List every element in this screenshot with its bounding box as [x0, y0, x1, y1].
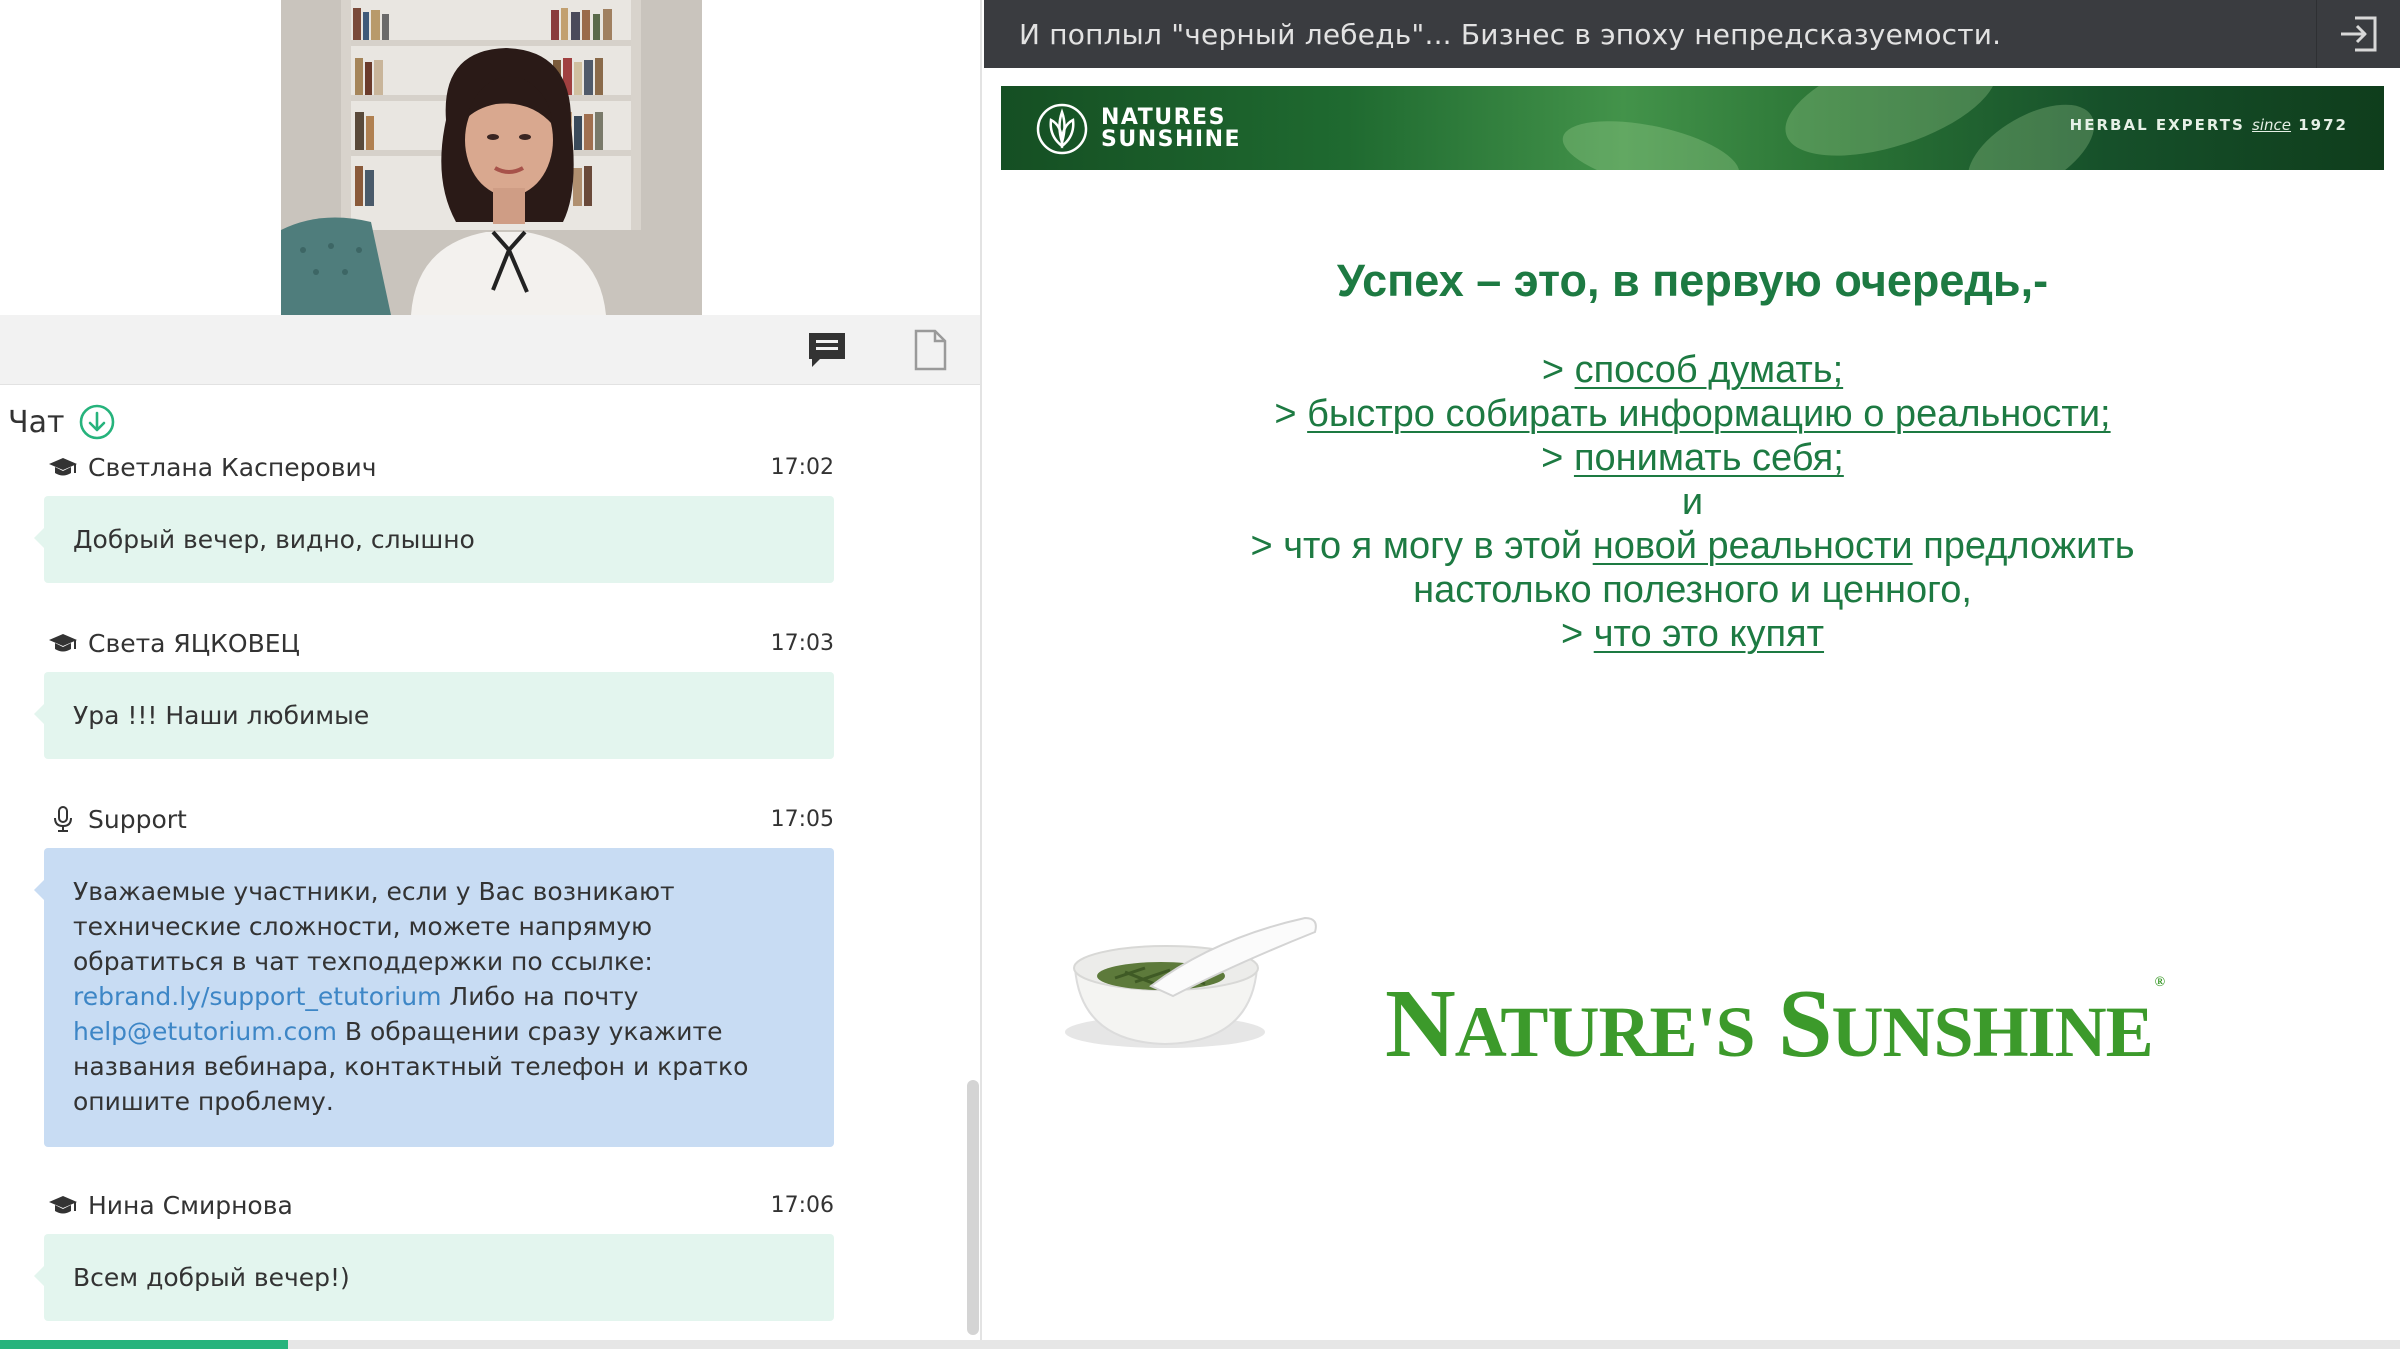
chat-message: Света ЯЦКОВЕЦ 17:03 Ура !!! Наши любимые: [34, 620, 834, 759]
brand-logo: NATURES SUNSHINE: [1035, 102, 1241, 156]
webinar-title: И поплыл "черный лебедь"... Бизнес в эпо…: [1019, 17, 2002, 51]
slide-line: > быстро собирать информацию о реальност…: [1001, 392, 2384, 436]
files-tab-button[interactable]: [880, 315, 980, 385]
banner-brand-line1: NATURES: [1101, 105, 1226, 130]
chat-message-author: Нина Смирнова: [88, 1190, 293, 1220]
left-panel: Чат Светлана Касперович 17:02 Добрый веч…: [0, 0, 982, 1349]
chat-header: Чат: [8, 400, 116, 444]
slide-line-prefix: > что я могу в этой: [1250, 525, 1583, 567]
presentation-panel: И поплыл "черный лебедь"... Бизнес в эпо…: [984, 0, 2400, 1349]
slide-banner: NATURES SUNSHINE HERBAL EXPERTS since 19…: [1001, 86, 2384, 170]
leaf-logo-icon: [1036, 103, 1088, 155]
banner-tagline-since: since: [2252, 116, 2292, 134]
slide-line-underlined: понимать себя;: [1573, 437, 1844, 479]
title-bar: И поплыл "черный лебедь"... Бизнес в эпо…: [984, 0, 2400, 68]
banner-brand-line2: SUNSHINE: [1101, 127, 1242, 152]
chat-title: Чат: [8, 404, 65, 440]
slide-line: настолько полезного и ценного,: [1413, 569, 1972, 611]
chat-message-support: Support 17:05 Уважаемые участники, если …: [34, 796, 834, 1147]
chat-message-bubble: Ура !!! Наши любимые: [34, 672, 834, 759]
chat-message-bubble: Добрый вечер, видно, слышно: [34, 496, 834, 583]
chat-icon: [809, 333, 845, 367]
chat-message-header: Светлана Касперович 17:02: [44, 444, 834, 490]
slide-heading: Успех – это, в первую очередь,-: [1336, 255, 2049, 306]
slide-line-suffix: предложить: [1923, 525, 2135, 567]
chat-message-time: 17:03: [770, 630, 834, 656]
graduation-cap-icon: [48, 1190, 78, 1220]
banner-tagline-year: 1972: [2298, 116, 2348, 134]
slide-line-underlined: способ думать;: [1574, 349, 1844, 391]
scroll-down-icon[interactable]: [78, 403, 116, 441]
wordmark-part: S: [1778, 970, 1833, 1078]
graduation-cap-icon: [48, 628, 78, 658]
slide-line-underlined: новой реальности: [1592, 525, 1913, 567]
slide-line-prefix: >: [1541, 437, 1564, 479]
chat-message-header: Support 17:05: [44, 796, 834, 842]
slide-line-prefix: >: [1541, 349, 1565, 391]
chat-tab-button[interactable]: [777, 315, 877, 385]
playback-progress-bar[interactable]: [0, 1340, 2400, 1349]
exit-button[interactable]: [2316, 0, 2400, 68]
chat-message-author: Света ЯЦКОВЕЦ: [88, 628, 300, 658]
banner-tagline: HERBAL EXPERTS since 1972: [2070, 116, 2348, 134]
registered-mark: ®: [2154, 975, 2166, 990]
chat-message-text: Либо на почту: [449, 982, 639, 1011]
slide-line-prefix: >: [1560, 613, 1584, 655]
chat-message-text: Всем добрый вечер!): [73, 1263, 350, 1292]
slide-body: > способ думать; > быстро собирать инфор…: [1001, 348, 2384, 656]
brand-wordmark: NATURE'S SUNSHINE®: [1385, 934, 2166, 1081]
chat-scrollbar[interactable]: [967, 1080, 979, 1335]
graduation-cap-icon: [48, 452, 78, 482]
wordmark-part: N: [1385, 970, 1456, 1078]
slide-line: > понимать себя;: [1001, 436, 2384, 480]
slide-line: > способ думать;: [1001, 348, 2384, 392]
chat-message-time: 17:02: [770, 454, 834, 480]
presenter-video: [281, 0, 702, 315]
chat-message-header: Нина Смирнова 17:06: [44, 1182, 834, 1228]
panel-toolbar: [0, 315, 980, 385]
mortar-and-pestle-image: [1065, 916, 1317, 1048]
chat-message-header: Света ЯЦКОВЕЦ 17:03: [44, 620, 834, 666]
chat-message-text: Ура !!! Наши любимые: [73, 701, 370, 730]
chat-message-text: Уважаемые участники, если у Вас возникаю…: [73, 877, 675, 976]
slide-line: > что я могу в этой новой реальности пре…: [1001, 524, 2384, 568]
slide-line: > что это купят: [1001, 612, 2384, 656]
presentation-slide: NATURES SUNSHINE HERBAL EXPERTS since 19…: [1001, 86, 2384, 1326]
slide-line-underlined: что это купят: [1593, 613, 1825, 655]
chat-message-text: Добрый вечер, видно, слышно: [73, 525, 475, 554]
wordmark-part: 'S: [1696, 992, 1755, 1072]
chat-message-author: Support: [88, 804, 187, 834]
microphone-icon: [48, 804, 78, 834]
exit-icon: [2340, 16, 2376, 52]
chat-message: Нина Смирнова 17:06 Всем добрый вечер!): [34, 1182, 834, 1321]
slide-line-underlined: быстро собирать информацию о реальности;: [1307, 393, 2111, 435]
support-email-link[interactable]: help@etutorium.com: [73, 1017, 337, 1046]
chat-message-time: 17:05: [770, 806, 834, 832]
chat-message-time: 17:06: [770, 1192, 834, 1218]
slide-line-prefix: >: [1274, 393, 1297, 435]
chat-message: Светлана Касперович 17:02 Добрый вечер, …: [34, 444, 834, 583]
document-icon: [914, 329, 947, 371]
wordmark-part: ATURE: [1454, 992, 1698, 1072]
chat-message-list: Светлана Касперович 17:02 Добрый вечер, …: [0, 444, 960, 1334]
chat-message-bubble: Уважаемые участники, если у Вас возникаю…: [34, 848, 834, 1147]
wordmark-part: UNSHINE: [1831, 992, 2154, 1072]
chat-message-bubble: Всем добрый вечер!): [34, 1234, 834, 1321]
support-link[interactable]: rebrand.ly/support_etutorium: [73, 982, 441, 1011]
slide-line: и: [1681, 481, 1704, 523]
chat-message-author: Светлана Касперович: [88, 452, 377, 482]
banner-tagline-text: HERBAL EXPERTS: [2069, 116, 2245, 134]
playback-progress-fill: [0, 1340, 288, 1349]
